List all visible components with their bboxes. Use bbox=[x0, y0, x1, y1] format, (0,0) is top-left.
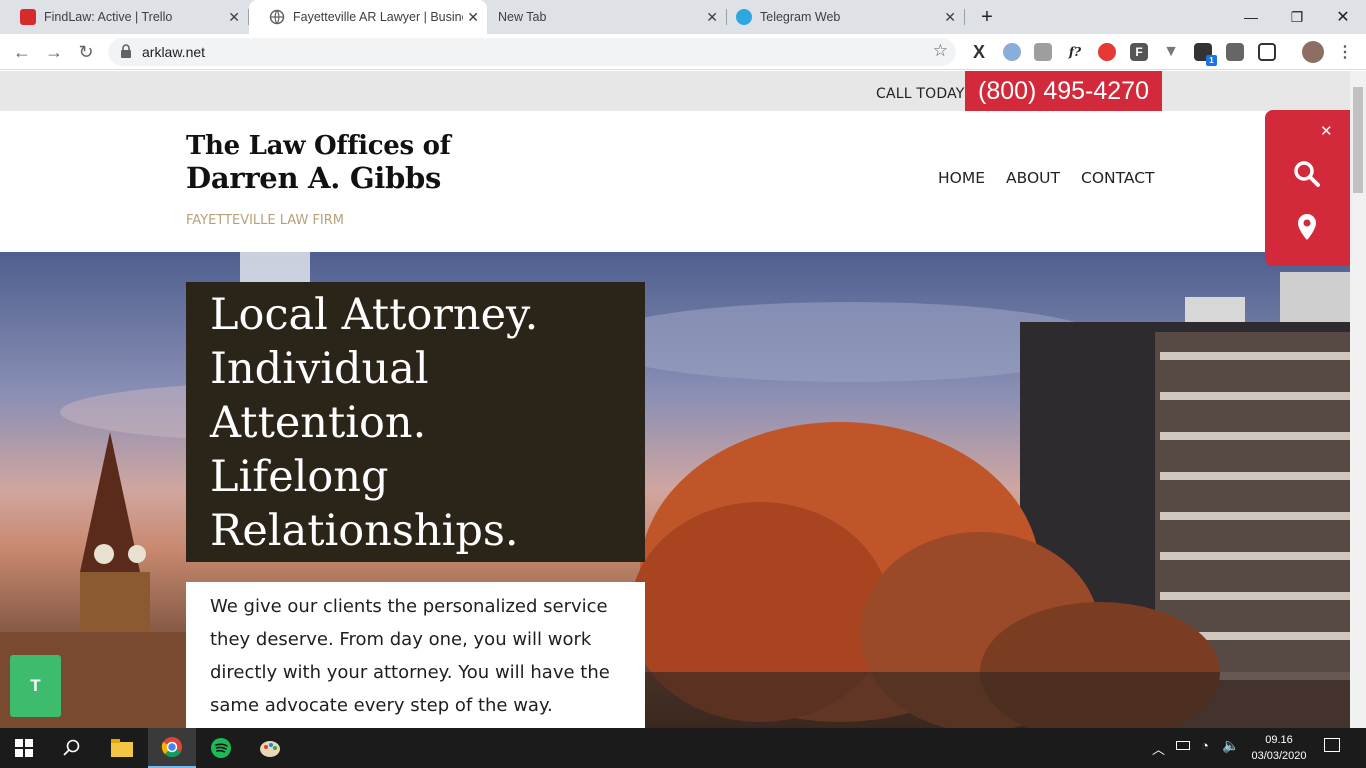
camera-extension-icon[interactable] bbox=[1034, 43, 1052, 61]
cast-extension-icon[interactable] bbox=[1258, 43, 1276, 61]
url-text[interactable]: arklaw.net bbox=[142, 44, 205, 60]
forward-button[interactable]: → bbox=[42, 40, 66, 64]
chrome-icon[interactable] bbox=[148, 728, 196, 768]
headline-line: Lifelong bbox=[210, 452, 389, 502]
call-today-label: CALL TODAY bbox=[876, 86, 965, 102]
f-extension-icon[interactable]: F bbox=[1130, 43, 1148, 61]
intro-box: We give our clients the personalized ser… bbox=[186, 582, 645, 728]
clock-date: 03/03/2020 bbox=[1251, 750, 1307, 762]
new-tab-button[interactable]: + bbox=[964, 0, 1010, 34]
tab-title: Fayetteville AR Lawyer | Business bbox=[293, 10, 463, 24]
compass-extension-icon[interactable] bbox=[1003, 43, 1021, 61]
chat-widget-button[interactable]: T bbox=[10, 655, 61, 717]
tab-title: Telegram Web bbox=[760, 10, 841, 24]
tab-new-tab[interactable]: New Tab ✕ bbox=[478, 0, 726, 34]
back-button[interactable]: ← bbox=[10, 40, 34, 64]
trello-icon bbox=[20, 9, 36, 25]
web-page: CALL TODAY (800) 495-4270 The Law Office… bbox=[0, 71, 1350, 728]
logo-line-2[interactable]: Darren A. Gibbs bbox=[186, 161, 441, 195]
logo-line-1[interactable]: The Law Offices of bbox=[186, 131, 451, 161]
record-extension-icon[interactable] bbox=[1098, 43, 1116, 61]
clock-time: 09.16 bbox=[1265, 734, 1293, 746]
volume-icon[interactable]: 🔈 bbox=[1222, 737, 1239, 754]
notifications-icon[interactable] bbox=[1324, 738, 1340, 752]
vue-extension-icon[interactable]: ▼ bbox=[1162, 43, 1180, 61]
floating-action-panel: ✕ bbox=[1265, 110, 1350, 266]
system-clock[interactable]: 09.16 03/03/2020 bbox=[1244, 732, 1314, 764]
close-icon[interactable]: ✕ bbox=[944, 9, 956, 26]
nav-home[interactable]: HOME bbox=[938, 169, 985, 187]
headline-box: Local Attorney. Individual Attention. Li… bbox=[186, 282, 645, 562]
profile-avatar[interactable] bbox=[1302, 41, 1324, 63]
tool-extension-icon[interactable] bbox=[1226, 43, 1244, 61]
top-call-bar: CALL TODAY (800) 495-4270 bbox=[0, 71, 1350, 111]
lock-icon[interactable] bbox=[120, 44, 132, 64]
spotify-icon[interactable] bbox=[197, 728, 245, 768]
telegram-icon bbox=[736, 9, 752, 25]
extension-badge: 1 bbox=[1206, 55, 1217, 66]
hero-headline: Local Attorney. Individual Attention. Li… bbox=[210, 288, 538, 558]
map-pin-icon[interactable] bbox=[1298, 214, 1316, 245]
tab-title: FindLaw: Active | Trello bbox=[44, 10, 173, 24]
battery-icon[interactable] bbox=[1176, 741, 1190, 750]
headline-line: Relationships. bbox=[210, 506, 519, 556]
x-extension-icon[interactable]: X bbox=[970, 42, 988, 62]
close-icon[interactable]: ✕ bbox=[228, 9, 240, 26]
headline-line: Individual bbox=[210, 344, 429, 394]
file-explorer-icon[interactable] bbox=[98, 728, 146, 768]
phone-link[interactable]: (800) 495-4270 bbox=[965, 71, 1162, 111]
site-tagline: FAYETTEVILLE LAW FIRM bbox=[186, 213, 345, 228]
browser-tab-strip: FindLaw: Active | Trello ✕ Fayetteville … bbox=[0, 0, 1366, 34]
close-icon[interactable]: ✕ bbox=[1320, 122, 1333, 140]
nav-contact[interactable]: CONTACT bbox=[1081, 169, 1155, 187]
tab-title: New Tab bbox=[498, 10, 547, 24]
bookmark-star-icon[interactable]: ☆ bbox=[933, 41, 948, 61]
minimize-button[interactable]: — bbox=[1228, 0, 1274, 34]
close-window-button[interactable]: ✕ bbox=[1320, 0, 1366, 34]
search-icon[interactable] bbox=[48, 728, 96, 768]
browser-toolbar: ← → ↻ arklaw.net ☆ X f? F ▼ 1 ⋮ bbox=[0, 34, 1366, 70]
globe-icon bbox=[269, 9, 285, 25]
restore-button[interactable]: ❐ bbox=[1274, 0, 1320, 34]
hero-section: Local Attorney. Individual Attention. Li… bbox=[0, 252, 1350, 728]
cube-extension-icon[interactable]: 1 bbox=[1194, 43, 1217, 66]
reload-button[interactable]: ↻ bbox=[74, 40, 98, 64]
intro-text: We give our clients the personalized ser… bbox=[210, 596, 610, 716]
windows-taskbar: ︿ ◔ 🔈 09.16 03/03/2020 bbox=[0, 728, 1366, 768]
scrollbar-thumb[interactable] bbox=[1353, 87, 1363, 193]
search-icon[interactable] bbox=[1293, 160, 1321, 193]
page-scrollbar[interactable] bbox=[1350, 71, 1366, 728]
formula-extension-icon[interactable]: f? bbox=[1066, 43, 1084, 61]
tab-fayetteville-lawyer[interactable]: Fayetteville AR Lawyer | Business ✕ bbox=[249, 0, 487, 34]
headline-line: Local Attorney. bbox=[210, 290, 539, 340]
tab-telegram-web[interactable]: Telegram Web ✕ bbox=[716, 0, 964, 34]
address-bar[interactable]: arklaw.net ☆ bbox=[108, 38, 956, 66]
menu-kebab-icon[interactable]: ⋮ bbox=[1336, 43, 1354, 61]
nav-about[interactable]: ABOUT bbox=[1006, 169, 1060, 187]
tab-findlaw-trello[interactable]: FindLaw: Active | Trello ✕ bbox=[0, 0, 248, 34]
site-header: The Law Offices of Darren A. Gibbs FAYET… bbox=[0, 111, 1350, 252]
chevron-up-icon[interactable]: ︿ bbox=[1152, 739, 1165, 758]
paint-icon[interactable] bbox=[246, 728, 294, 768]
windows-start-icon[interactable] bbox=[0, 728, 48, 768]
headline-line: Attention. bbox=[210, 398, 427, 448]
wifi-icon[interactable]: ◔ bbox=[1201, 738, 1209, 753]
